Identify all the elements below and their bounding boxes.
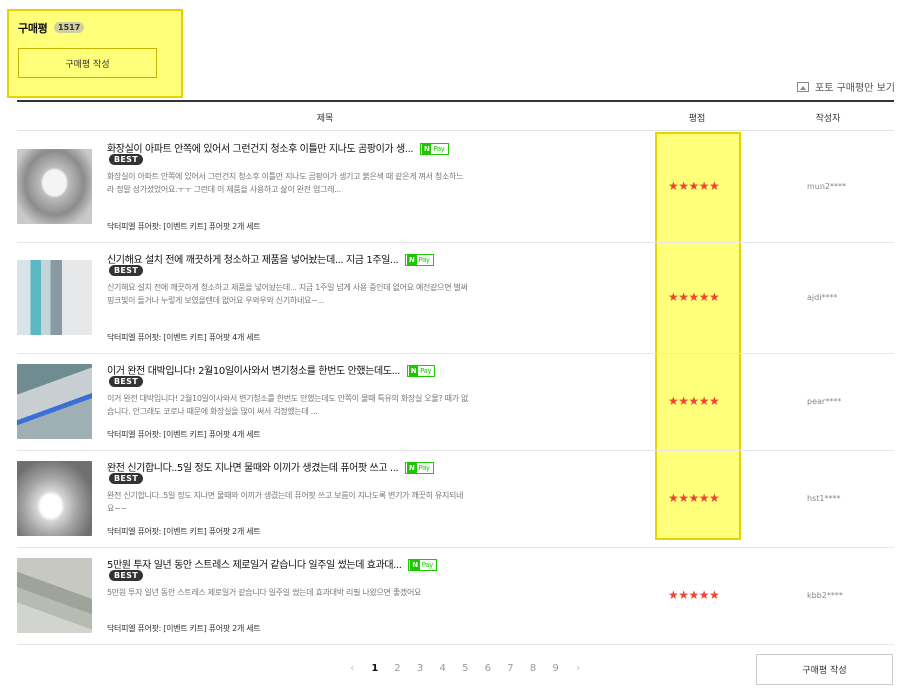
star-rating: ★★★★★: [668, 588, 720, 602]
npay-badge: N Pay: [419, 143, 449, 155]
review-photo-thumbnail[interactable]: [17, 149, 92, 224]
best-badge: BEST: [109, 265, 143, 276]
prev-page-button[interactable]: ‹: [341, 663, 364, 674]
review-title[interactable]: 이거 완전 대박입니다! 2월10일이사와서 변기청소를 한번도 안했는데도..…: [107, 366, 400, 377]
page-link-3[interactable]: 3: [409, 663, 432, 674]
best-badge: BEST: [109, 154, 143, 165]
review-section-title: 구매평: [18, 22, 48, 35]
next-page-button[interactable]: ›: [567, 663, 590, 674]
review-title[interactable]: 신기해요 설치 전에 깨끗하게 청소하고 제품을 넣어놨는데... 지금 1주일…: [107, 255, 399, 266]
review-body[interactable]: 이거 완전 대박입니다! 2월10일이사와서 변기청소를 한번도 안했는데도 안…: [107, 392, 469, 418]
review-option: 닥터피엘 퓨어팟: [이벤트 키트] 퓨어팟 2개 세트: [107, 222, 261, 231]
review-row[interactable]: 이거 완전 대박입니다! 2월10일이사와서 변기청소를 한번도 안했는데도..…: [17, 354, 894, 451]
star-rating: ★★★★★: [668, 394, 720, 408]
npay-icon: N: [407, 463, 417, 473]
npay-icon: N: [421, 144, 432, 154]
npay-label: Pay: [421, 561, 434, 569]
npay-badge: N Pay: [405, 462, 434, 474]
photo-icon: [797, 81, 810, 92]
star-rating: ★★★★★: [668, 491, 720, 505]
photo-review-filter-label: 포토 구매평만 보기: [815, 83, 895, 94]
review-body[interactable]: 신기해요 설치 전에 깨끗하게 청소하고 제품을 넣어놨는데... 지금 1주일…: [107, 281, 469, 307]
review-title[interactable]: 5만원 투자 일년 동안 스트레스 제로일거 같습니다 일주일 썼는데 효과대.…: [107, 560, 402, 571]
review-title[interactable]: 완전 신기합니다..5일 정도 지나면 물때와 이끼가 생겼는데 퓨어팟 쓰고 …: [107, 463, 399, 474]
review-row[interactable]: 완전 신기합니다..5일 정도 지나면 물때와 이끼가 생겼는데 퓨어팟 쓰고 …: [17, 451, 894, 548]
column-title: 제목: [316, 114, 334, 124]
review-author: hst1****: [807, 494, 841, 503]
column-author: 작성자: [815, 114, 841, 124]
best-badge: BEST: [109, 473, 143, 484]
page-link-7[interactable]: 7: [499, 663, 522, 674]
review-author: kbb2****: [807, 591, 843, 600]
review-row[interactable]: 5만원 투자 일년 동안 스트레스 제로일거 같습니다 일주일 썼는데 효과대.…: [17, 548, 894, 645]
review-row[interactable]: 화장실이 아파트 안쪽에 있어서 그런건지 청소후 이틀만 지나도 곰팡이가 생…: [17, 132, 894, 243]
review-photo-thumbnail[interactable]: [17, 260, 92, 335]
review-title-line[interactable]: 이거 완전 대박입니다! 2월10일이사와서 변기청소를 한번도 안했는데도..…: [107, 362, 436, 377]
review-title-line[interactable]: 신기해요 설치 전에 깨끗하게 청소하고 제품을 넣어놨는데... 지금 1주일…: [107, 251, 434, 266]
review-author: ajdi****: [807, 293, 838, 302]
page-link-8[interactable]: 8: [522, 663, 545, 674]
best-badge: BEST: [109, 376, 143, 387]
review-author: pear****: [807, 397, 842, 406]
photo-review-filter[interactable]: 포토 구매평만 보기: [797, 79, 895, 94]
review-option: 닥터피엘 퓨어팟: [이벤트 키트] 퓨어팟 2개 세트: [107, 624, 261, 633]
page-link-2[interactable]: 2: [386, 663, 409, 674]
review-body[interactable]: 5만원 투자 일년 동안 스트레스 제로일거 같습니다 일주일 썼는데 효과대박…: [107, 586, 469, 599]
npay-icon: N: [408, 366, 419, 376]
review-header: 구매평 1517 구매평 작성: [7, 9, 183, 98]
npay-badge: N Pay: [406, 365, 436, 377]
npay-badge: N Pay: [405, 254, 434, 266]
review-option: 닥터피엘 퓨어팟: [이벤트 키트] 퓨어팟 4개 세트: [107, 333, 261, 342]
review-option: 닥터피엘 퓨어팟: [이벤트 키트] 퓨어팟 4개 세트: [107, 430, 261, 439]
npay-icon: N: [410, 560, 420, 570]
npay-label: Pay: [418, 464, 431, 472]
column-rating: 평점: [688, 114, 706, 124]
review-row[interactable]: 신기해요 설치 전에 깨끗하게 청소하고 제품을 넣어놨는데... 지금 1주일…: [17, 243, 894, 354]
write-review-button[interactable]: 구매평 작성: [18, 48, 157, 78]
npay-label: Pay: [420, 367, 432, 375]
review-option: 닥터피엘 퓨어팟: [이벤트 키트] 퓨어팟 2개 세트: [107, 527, 261, 536]
star-rating: ★★★★★: [668, 290, 720, 304]
page-link-4[interactable]: 4: [431, 663, 454, 674]
npay-label: Pay: [433, 145, 445, 153]
npay-icon: N: [407, 255, 417, 265]
review-title[interactable]: 화장실이 아파트 안쪽에 있어서 그런건지 청소후 이틀만 지나도 곰팡이가 생…: [107, 144, 414, 155]
review-author: mun2****: [807, 182, 847, 191]
best-badge: BEST: [109, 570, 143, 581]
review-body[interactable]: 화장실이 아파트 안쪽에 있어서 그런건지 청소후 이틀만 지나도 곰팡이가 생…: [107, 170, 469, 196]
review-title-line[interactable]: 5만원 투자 일년 동안 스트레스 제로일거 같습니다 일주일 썼는데 효과대.…: [107, 556, 437, 571]
review-photo-thumbnail[interactable]: [17, 461, 92, 536]
pagination: ‹ 1 2 3 4 5 6 7 8 9 ›: [341, 663, 590, 674]
page-link-1[interactable]: 1: [364, 663, 387, 674]
npay-label: Pay: [418, 256, 431, 264]
page-link-5[interactable]: 5: [454, 663, 477, 674]
review-title-line[interactable]: 화장실이 아파트 안쪽에 있어서 그런건지 청소후 이틀만 지나도 곰팡이가 생…: [107, 140, 449, 155]
review-table-header: 제목 평점 작성자: [17, 100, 894, 131]
review-photo-thumbnail[interactable]: [17, 364, 92, 439]
page-link-6[interactable]: 6: [477, 663, 500, 674]
review-photo-thumbnail[interactable]: [17, 558, 92, 633]
page-link-9[interactable]: 9: [544, 663, 567, 674]
review-body[interactable]: 완전 신기합니다..5일 정도 지나면 물때와 이끼가 생겼는데 퓨어팟 쓰고 …: [107, 489, 469, 515]
review-count-badge: 1517: [54, 22, 85, 33]
write-review-button-bottom[interactable]: 구매평 작성: [756, 654, 893, 685]
star-rating: ★★★★★: [668, 179, 720, 193]
review-title-line[interactable]: 완전 신기합니다..5일 정도 지나면 물때와 이끼가 생겼는데 퓨어팟 쓰고 …: [107, 459, 434, 474]
npay-badge: N Pay: [408, 559, 437, 571]
